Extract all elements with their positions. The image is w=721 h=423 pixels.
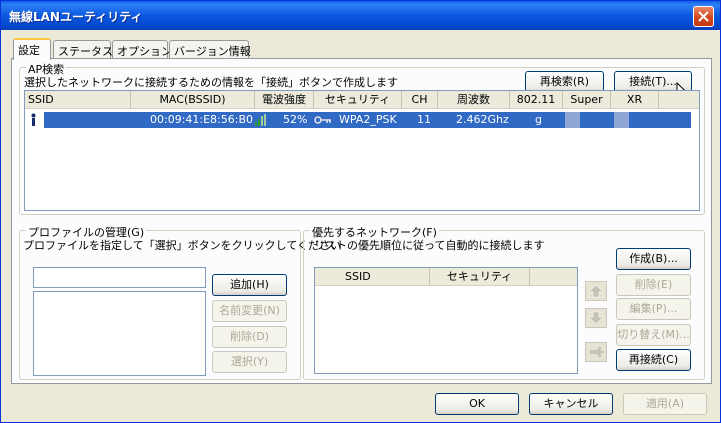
tab-options[interactable]: オプション xyxy=(112,40,172,59)
row-mac: 00:09:41:E8:56:B0 xyxy=(150,113,254,126)
row-super-indicator xyxy=(565,112,580,128)
cancel-button[interactable]: キャンセル xyxy=(529,393,613,415)
row-signal: 52% xyxy=(283,113,308,126)
row-xr-indicator xyxy=(614,112,629,128)
edit-network-button[interactable]: 編集(P)... xyxy=(616,298,691,320)
tab-settings[interactable]: 設定 xyxy=(13,38,51,60)
arrow-up-icon xyxy=(588,284,604,298)
add-profile-button[interactable]: 追加(H) xyxy=(212,274,287,296)
signal-strength-icon xyxy=(255,114,266,126)
col-xr[interactable]: XR xyxy=(611,91,659,109)
row-channel: 11 xyxy=(417,113,431,126)
reconnect-button[interactable]: 再接続(C) xyxy=(616,349,691,371)
close-icon xyxy=(698,11,709,22)
select-profile-button[interactable]: 選択(Y) xyxy=(212,351,287,373)
access-point-icon xyxy=(31,113,36,126)
arrow-down-icon xyxy=(588,311,604,325)
row-security: WPA2_PSK xyxy=(339,113,397,126)
window-title: 無線LANユーティリティ xyxy=(9,10,143,24)
tab-status[interactable]: ステータス xyxy=(53,40,113,59)
close-button[interactable] xyxy=(693,6,714,27)
profile-list[interactable] xyxy=(33,291,206,376)
move-up-button[interactable] xyxy=(585,281,607,301)
col-80211[interactable]: 802.11 xyxy=(510,91,563,109)
ap-list-row[interactable]: 00:09:41:E8:56:B0 52% WPA2_PSK 11 2.462G… xyxy=(44,112,691,128)
col-pref-ssid[interactable]: SSID xyxy=(315,268,430,286)
create-network-button[interactable]: 作成(B)... xyxy=(616,248,691,270)
ap-search-group: AP検索 選択したネットワークに接続するための情報を「接続」ボタンで作成します … xyxy=(19,61,705,215)
rename-profile-button[interactable]: 名前変更(N) xyxy=(212,300,287,322)
col-super[interactable]: Super xyxy=(563,91,611,109)
col-ssid[interactable]: SSID xyxy=(25,91,131,109)
col-signal[interactable]: 電波強度 xyxy=(255,91,314,109)
preferred-network-group: 優先するネットワーク(F) リストの優先順位に従って自動的に接続します SSID… xyxy=(303,224,705,380)
row-frequency: 2.462Ghz xyxy=(456,113,509,126)
pin-button[interactable] xyxy=(585,342,607,362)
col-channel[interactable]: CH xyxy=(402,91,438,109)
col-security[interactable]: セキュリティ xyxy=(314,91,402,109)
row-mode: g xyxy=(535,113,542,126)
profile-name-input[interactable] xyxy=(33,267,206,288)
switch-network-button[interactable]: 切り替え(M)... xyxy=(616,324,691,346)
col-mac[interactable]: MAC(BSSID) xyxy=(131,91,255,109)
delete-network-button[interactable]: 削除(E) xyxy=(616,274,691,296)
ap-list-header: SSID MAC(BSSID) 電波強度 セキュリティ CH 周波数 802.1… xyxy=(25,91,699,109)
ap-list[interactable]: SSID MAC(BSSID) 電波強度 セキュリティ CH 周波数 802.1… xyxy=(24,90,700,211)
tab-version[interactable]: バージョン情報 xyxy=(169,40,251,59)
ap-search-description: 選択したネットワークに接続するための情報を「接続」ボタンで作成します xyxy=(24,76,398,89)
ok-button[interactable]: OK xyxy=(435,393,519,415)
preferred-list[interactable]: SSID セキュリティ xyxy=(314,267,578,374)
profile-description: プロファイルを指定して「選択」ボタンをクリックしてください xyxy=(23,239,342,252)
col-frequency[interactable]: 周波数 xyxy=(438,91,510,109)
key-icon xyxy=(314,116,331,124)
preferred-list-header: SSID セキュリティ xyxy=(315,268,577,286)
settings-panel: AP検索 選択したネットワークに接続するための情報を「接続」ボタンで作成します … xyxy=(11,58,712,384)
preferred-description: リストの優先順位に従って自動的に接続します xyxy=(314,239,545,252)
dialog-window: 無線LANユーティリティ 設定 ステータス オプション バージョン情報 AP検索… xyxy=(0,0,721,423)
apply-button[interactable]: 適用(A) xyxy=(623,393,707,415)
title-bar[interactable]: 無線LANユーティリティ xyxy=(1,1,720,30)
col-pref-security[interactable]: セキュリティ xyxy=(430,268,530,286)
delete-profile-button[interactable]: 削除(D) xyxy=(212,326,287,348)
pin-icon xyxy=(590,347,604,357)
move-down-button[interactable] xyxy=(585,308,607,328)
profile-group: プロファイルの管理(G) プロファイルを指定して「選択」ボタンをクリックしてくだ… xyxy=(19,224,341,380)
